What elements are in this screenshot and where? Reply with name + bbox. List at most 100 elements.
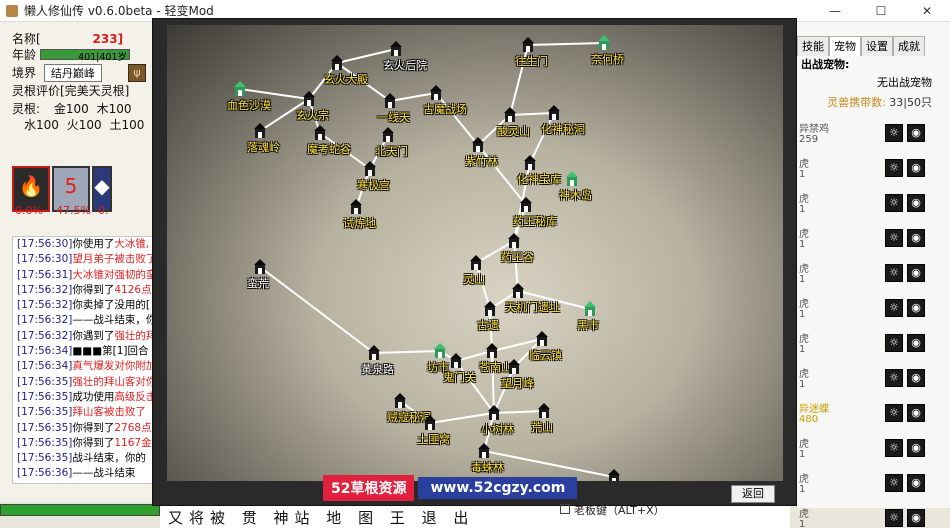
map-node-label[interactable]: 血色沙漠: [227, 97, 271, 113]
map-node-icon[interactable]: [565, 171, 579, 187]
map-node-icon[interactable]: [349, 199, 363, 215]
map-node-icon[interactable]: [313, 125, 327, 141]
map-node-label[interactable]: 黄泉路: [361, 361, 394, 377]
pet-release-icon[interactable]: ◉: [907, 264, 925, 282]
realm-icon[interactable]: ψ: [128, 64, 146, 82]
tab-settings[interactable]: 设置: [861, 36, 893, 56]
pet-release-icon[interactable]: ◉: [907, 229, 925, 247]
map-node-label[interactable]: 古遗: [477, 317, 499, 333]
map-node-label[interactable]: 寒极宫: [357, 177, 390, 193]
map-node-icon[interactable]: [607, 469, 621, 481]
tab-pets[interactable]: 宠物: [829, 36, 861, 56]
map-node-icon[interactable]: [477, 443, 491, 459]
boss-key[interactable]: 老板键（ALT+X）: [560, 502, 665, 518]
map-node-label[interactable]: 神木岛: [559, 187, 592, 203]
pet-release-icon[interactable]: ◉: [907, 509, 925, 527]
map-node-icon[interactable]: [547, 105, 561, 121]
pet-deploy-icon[interactable]: ☼: [885, 334, 903, 352]
minimize-button[interactable]: —: [812, 0, 858, 22]
pet-release-icon[interactable]: ◉: [907, 194, 925, 212]
map-node-icon[interactable]: [423, 415, 437, 431]
map-node-label[interactable]: 玄火大殿: [324, 71, 368, 87]
map-node-label[interactable]: 土匪窝: [417, 431, 450, 447]
pet-deploy-icon[interactable]: ☼: [885, 474, 903, 492]
pet-deploy-icon[interactable]: ☼: [885, 124, 903, 142]
map-node-icon[interactable]: [483, 301, 497, 317]
pet-deploy-icon[interactable]: ☼: [885, 264, 903, 282]
map-node-icon[interactable]: [393, 393, 407, 409]
map-node-label[interactable]: 一线天: [377, 109, 410, 125]
map-node-icon[interactable]: [367, 345, 381, 361]
map-node-label[interactable]: 药王谷: [501, 249, 534, 265]
map-node-label[interactable]: 落魂岭: [247, 139, 280, 155]
map-node-label[interactable]: 往生门: [515, 53, 548, 69]
pet-release-icon[interactable]: ◉: [907, 404, 925, 422]
map-node-label[interactable]: 鬼门关: [443, 369, 476, 385]
pet-deploy-icon[interactable]: ☼: [885, 509, 903, 527]
map-node-label[interactable]: 天机门遗址: [505, 299, 560, 315]
map-node-label[interactable]: 紫竹林: [465, 153, 498, 169]
map-node-icon[interactable]: [471, 137, 485, 153]
map-node-label[interactable]: 蛮荒: [247, 275, 269, 291]
map-node-label[interactable]: 灵山: [463, 271, 485, 287]
pet-release-icon[interactable]: ◉: [907, 299, 925, 317]
close-button[interactable]: ✕: [904, 0, 950, 22]
map-node-icon[interactable]: [253, 259, 267, 275]
map-node-icon[interactable]: [383, 93, 397, 109]
pet-deploy-icon[interactable]: ☼: [885, 299, 903, 317]
map-node-label[interactable]: 化神秘洞: [541, 121, 585, 137]
map-node-icon[interactable]: [389, 41, 403, 57]
pet-release-icon[interactable]: ◉: [907, 124, 925, 142]
map-node-icon[interactable]: [302, 91, 316, 107]
map-node-label[interactable]: 小树林: [481, 421, 514, 437]
pet-deploy-icon[interactable]: ☼: [885, 194, 903, 212]
map-node-label[interactable]: 药王秘库: [513, 213, 557, 229]
pet-deploy-icon[interactable]: ☼: [885, 404, 903, 422]
return-button[interactable]: 返回: [731, 485, 775, 503]
map-node-icon[interactable]: [363, 161, 377, 177]
map-node-icon[interactable]: [507, 233, 521, 249]
pet-deploy-icon[interactable]: ☼: [885, 229, 903, 247]
map-node-icon[interactable]: [449, 353, 463, 369]
map-node-icon[interactable]: [537, 403, 551, 419]
map-node-label[interactable]: 临云镇: [529, 347, 562, 363]
tab-achievements[interactable]: 成就: [893, 36, 925, 56]
map-node-icon[interactable]: [381, 127, 395, 143]
pet-release-icon[interactable]: ◉: [907, 369, 925, 387]
map-node-icon[interactable]: [507, 359, 521, 375]
map-node-icon[interactable]: [597, 35, 611, 51]
map-node-label[interactable]: 酸灵山: [497, 123, 530, 139]
map-node-label[interactable]: 奈何桥: [591, 51, 624, 67]
map-node-icon[interactable]: [521, 37, 535, 53]
pet-deploy-icon[interactable]: ☼: [885, 439, 903, 457]
map-node-label[interactable]: 魔考蛇谷: [307, 141, 351, 157]
battle-log[interactable]: [17:56:30]你使用了大冰锥, [17:56:30]望月弟子被击败了 [17:…: [12, 236, 157, 484]
map-node-icon[interactable]: [519, 197, 533, 213]
map-node-icon[interactable]: [523, 155, 537, 171]
pet-release-icon[interactable]: ◉: [907, 334, 925, 352]
pet-release-icon[interactable]: ◉: [907, 474, 925, 492]
map-node-label[interactable]: 望月峰: [501, 375, 534, 391]
map-node-icon[interactable]: [233, 81, 247, 97]
maximize-button[interactable]: ☐: [858, 0, 904, 22]
map-node-label[interactable]: 荒山: [531, 419, 553, 435]
boss-key-checkbox[interactable]: [560, 504, 570, 514]
map-node-icon[interactable]: [469, 255, 483, 271]
map-node-label[interactable]: 试炼地: [343, 215, 376, 231]
map-node-label[interactable]: 化神宝库: [517, 171, 561, 187]
pet-release-icon[interactable]: ◉: [907, 159, 925, 177]
map-node-label[interactable]: 北天门: [375, 143, 408, 159]
map-node-icon[interactable]: [487, 405, 501, 421]
map-node-icon[interactable]: [535, 331, 549, 347]
map-node-icon[interactable]: [429, 85, 443, 101]
map-node-label[interactable]: 黑市: [577, 317, 599, 333]
map-node-icon[interactable]: [485, 343, 499, 359]
map-node-label[interactable]: 玄火后院: [383, 57, 427, 73]
map-node-icon[interactable]: [253, 123, 267, 139]
pet-deploy-icon[interactable]: ☼: [885, 159, 903, 177]
pet-release-icon[interactable]: ◉: [907, 439, 925, 457]
map-node-label[interactable]: 玄火宗: [296, 107, 329, 123]
pet-deploy-icon[interactable]: ☼: [885, 369, 903, 387]
map-node-icon[interactable]: [503, 107, 517, 123]
map-node-label[interactable]: 古魔战场: [423, 101, 467, 117]
